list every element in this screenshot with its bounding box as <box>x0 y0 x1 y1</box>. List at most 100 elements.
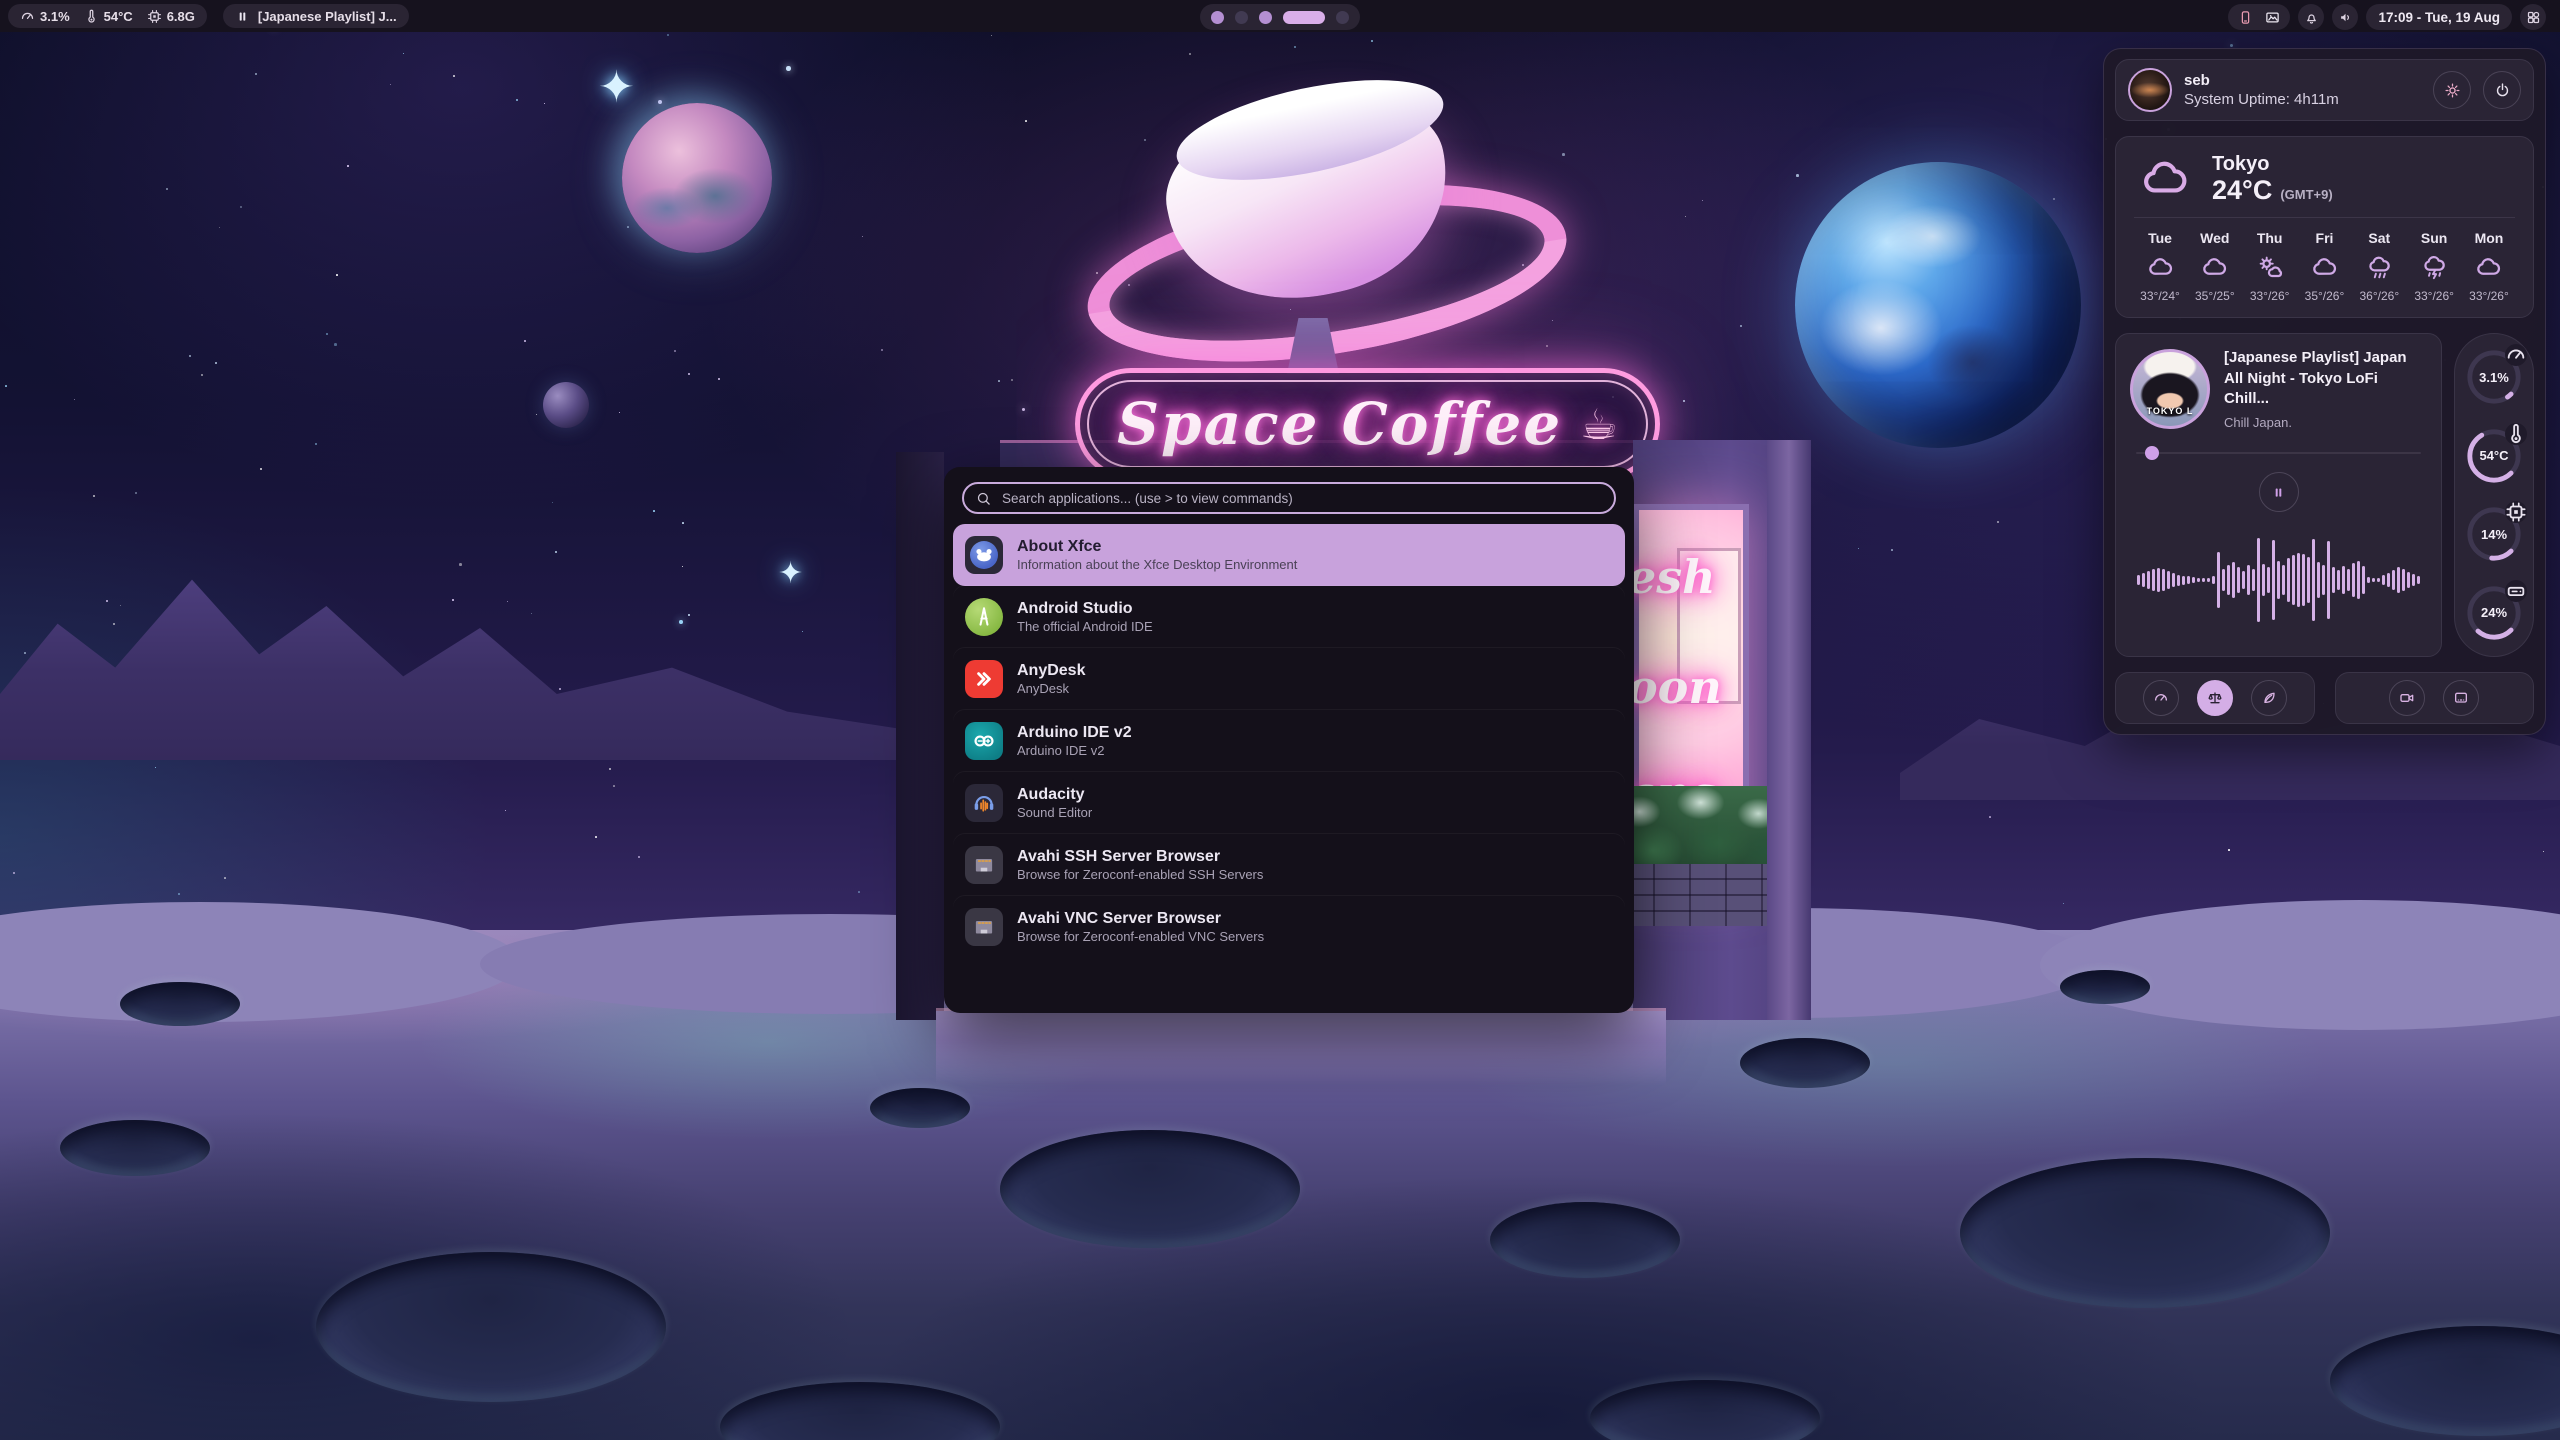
star <box>786 66 791 71</box>
forecast-temps: 33°/26° <box>2414 289 2454 303</box>
app-row-about-xfce[interactable]: About XfceInformation about the Xfce Des… <box>953 524 1625 586</box>
clock[interactable]: 17:09 - Tue, 19 Aug <box>2366 4 2512 30</box>
window-neon-text: esh <box>1627 550 1716 604</box>
app-row-avahi-ssh-server-browser[interactable]: Avahi SSH Server BrowserBrowse for Zeroc… <box>953 834 1625 896</box>
forecast-day-thu: Thu33°/26° <box>2244 230 2296 303</box>
seek-knob[interactable] <box>2145 446 2159 460</box>
star <box>74 399 75 400</box>
widgets-toggle-button[interactable] <box>2520 4 2546 30</box>
star <box>1552 320 1553 321</box>
forecast-temps: 33°/26° <box>2469 289 2509 303</box>
screenshot-icon <box>2453 690 2469 706</box>
app-row-avahi-vnc-server-browser[interactable]: Avahi VNC Server BrowserBrowse for Zeroc… <box>953 896 1625 958</box>
forecast-day-sat: Sat36°/26° <box>2353 230 2405 303</box>
avahi-app-icon <box>965 846 1003 884</box>
star <box>559 688 561 690</box>
forecast-day-label: Mon <box>2475 230 2504 246</box>
star <box>390 84 391 85</box>
search-bar[interactable] <box>962 482 1616 514</box>
waveform-bar <box>2212 576 2215 584</box>
app-row-arduino-ide-v2[interactable]: Arduino IDE v2Arduino IDE v2 <box>953 710 1625 772</box>
forecast-day-wed: Wed35°/25° <box>2189 230 2241 303</box>
app-description: The official Android IDE <box>1017 620 1153 634</box>
system-gauges: 3.1%54°C14%24% <box>2454 333 2534 657</box>
star <box>991 35 992 36</box>
waveform-bar <box>2247 565 2250 595</box>
app-description: Sound Editor <box>1017 806 1092 820</box>
app-description: Arduino IDE v2 <box>1017 744 1132 758</box>
star <box>688 614 690 616</box>
waveform-bar <box>2342 566 2345 594</box>
thermometer-icon <box>84 9 99 24</box>
avatar <box>2128 68 2172 112</box>
pink-planet <box>622 103 772 253</box>
seek-track <box>2136 452 2421 454</box>
video-icon <box>2399 690 2415 706</box>
cloud-weather-icon <box>2475 254 2502 281</box>
screen-record-button[interactable] <box>2389 680 2425 716</box>
waveform-bar <box>2207 578 2210 582</box>
track-subtitle: Chill Japan. <box>2224 415 2427 430</box>
phone-icon[interactable] <box>2238 10 2253 25</box>
settings-button[interactable] <box>2433 71 2471 109</box>
volume-button[interactable] <box>2332 4 2358 30</box>
forecast-day-sun: Sun33°/26° <box>2408 230 2460 303</box>
star <box>2053 198 2055 200</box>
wallpaper-icon[interactable] <box>2265 10 2280 25</box>
gauge-disk: 24% <box>2465 584 2523 642</box>
waveform-bar <box>2302 554 2305 606</box>
star <box>544 103 545 104</box>
crater <box>2060 970 2150 1004</box>
waveform-bar <box>2357 561 2360 599</box>
waveform-bar <box>2287 558 2290 602</box>
divider <box>2134 217 2515 218</box>
chip-icon <box>2505 501 2527 523</box>
star <box>552 502 553 503</box>
star <box>155 767 156 768</box>
app-row-anydesk[interactable]: AnyDeskAnyDesk <box>953 648 1625 710</box>
seek-bar[interactable] <box>2136 446 2421 460</box>
waveform-bar <box>2347 569 2350 591</box>
now-playing-pill[interactable]: [Japanese Playlist] J... <box>223 4 409 28</box>
star <box>240 206 242 208</box>
screenshot-button[interactable] <box>2443 680 2479 716</box>
star <box>1011 379 1013 381</box>
window-neon-text: oon <box>1627 660 1722 714</box>
waveform-bar <box>2312 539 2315 621</box>
waveform-bar <box>2392 570 2395 590</box>
system-uptime: System Uptime: 4h11m <box>2184 91 2421 108</box>
workspace-dot-4[interactable] <box>1283 11 1325 24</box>
waveform-bar <box>2282 565 2285 595</box>
star <box>862 236 863 237</box>
forecast-day-label: Thu <box>2257 230 2283 246</box>
workspace-dot-2[interactable] <box>1235 11 1248 24</box>
workspace-dot-5[interactable] <box>1336 11 1349 24</box>
app-row-android-studio[interactable]: Android StudioThe official Android IDE <box>953 586 1625 648</box>
powersave-button[interactable] <box>2251 680 2287 716</box>
star <box>1546 345 1548 347</box>
search-input[interactable] <box>1000 490 1602 507</box>
balanced-button[interactable] <box>2197 680 2233 716</box>
forecast-temps: 33°/24° <box>2140 289 2180 303</box>
waveform-bar <box>2242 571 2245 589</box>
star <box>452 599 454 601</box>
star <box>1371 40 1373 42</box>
star <box>998 380 1000 382</box>
app-row-audacity[interactable]: AudacitySound Editor <box>953 772 1625 834</box>
star <box>555 551 557 553</box>
storm-weather-icon <box>2421 254 2448 281</box>
notifications-button[interactable] <box>2298 4 2324 30</box>
play-pause-button[interactable] <box>2259 472 2299 512</box>
xfce-app-icon <box>965 536 1003 574</box>
star <box>881 349 883 351</box>
waveform-bar <box>2182 576 2185 585</box>
power-button[interactable] <box>2483 71 2521 109</box>
star <box>619 412 620 413</box>
star <box>224 877 226 879</box>
waveform-bar <box>2292 555 2295 605</box>
star <box>93 495 95 497</box>
pause-icon <box>235 9 250 24</box>
workspace-dot-3[interactable] <box>1259 11 1272 24</box>
workspace-dot-1[interactable] <box>1211 11 1224 24</box>
performance-button[interactable] <box>2143 680 2179 716</box>
